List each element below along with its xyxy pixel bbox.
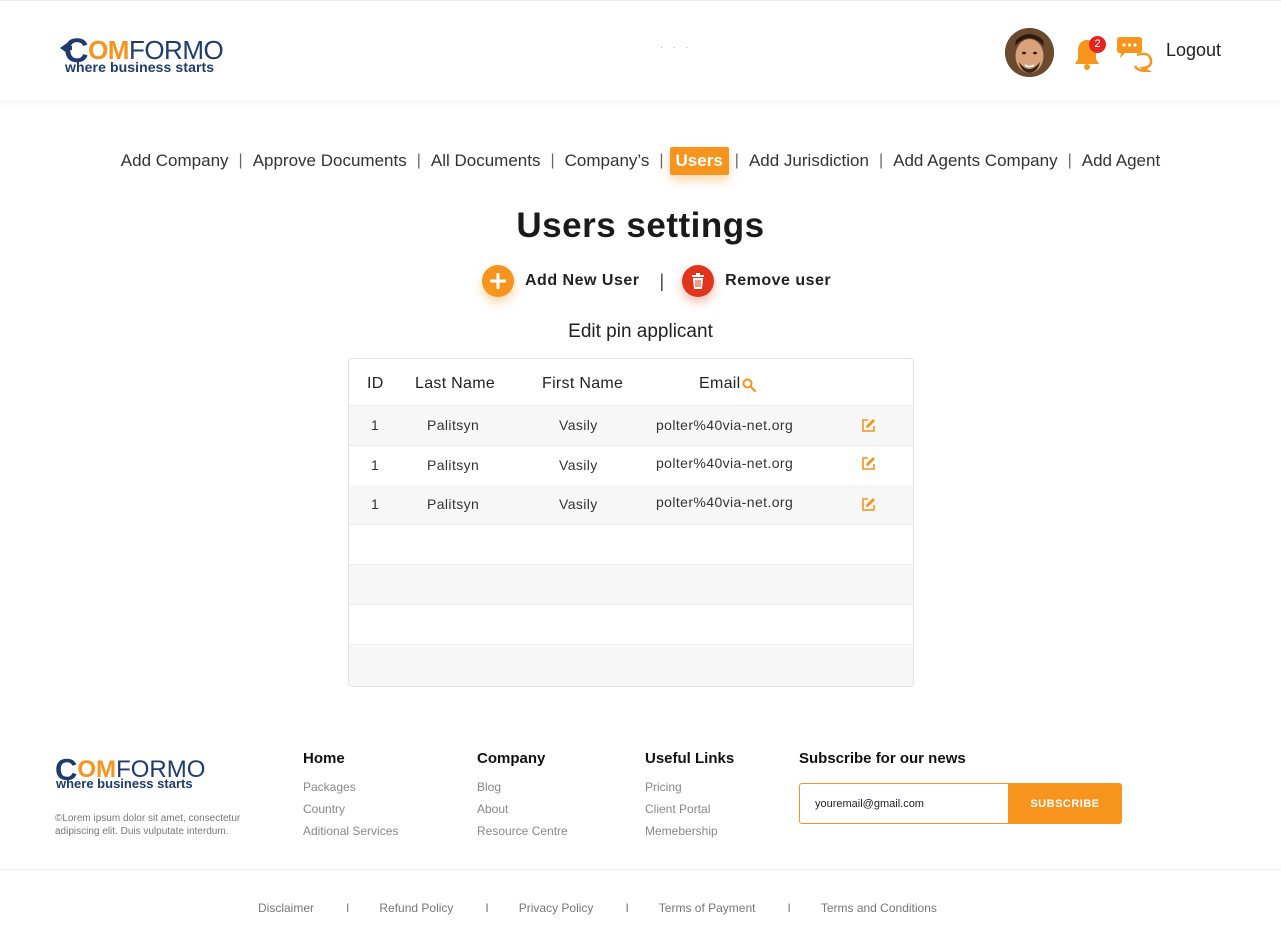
remove-user-label[interactable]: Remove user <box>725 272 831 290</box>
cell-last-name: Palitsyn <box>427 457 480 473</box>
users-table: ID Last Name First Name Email 1 Palitsyn… <box>348 358 914 687</box>
empty-table-row <box>349 605 913 645</box>
footer-logo-tagline: where business starts <box>56 776 193 791</box>
edit-icon[interactable] <box>861 418 876 433</box>
legal-links: Disclaimer I Refund Policy I Privacy Pol… <box>258 901 937 915</box>
nav-users[interactable]: Users <box>669 147 729 175</box>
add-user-button[interactable] <box>482 265 514 297</box>
footer-column-company: Company Blog About Resource Centre <box>477 750 568 846</box>
legal-separator: I <box>625 901 629 915</box>
avatar-photo-icon <box>1005 28 1054 77</box>
footer-link-blog[interactable]: Blog <box>477 780 568 794</box>
legal-link-terms-of-payment[interactable]: Terms of Payment <box>659 901 756 915</box>
cell-id: 1 <box>371 496 380 512</box>
edit-icon[interactable] <box>861 497 876 512</box>
nav-add-agent[interactable]: Add Agent <box>1078 151 1164 171</box>
nav-all-documents[interactable]: All Documents <box>427 151 545 171</box>
subscribe-button[interactable]: SUBSCRIBE <box>1008 783 1122 824</box>
legal-separator: I <box>346 901 350 915</box>
cell-email: polter%40via-net.org <box>656 417 794 433</box>
cell-first-name: Vasily <box>559 457 598 473</box>
admin-nav: Add Company | Approve Documents | All Do… <box>0 144 1281 178</box>
footer-link-membership[interactable]: Memebership <box>645 824 734 838</box>
header-dots: · · · <box>660 43 693 52</box>
footer-link-country[interactable]: Country <box>303 802 398 816</box>
notification-count-badge: 2 <box>1089 36 1106 53</box>
legal-link-refund-policy[interactable]: Refund Policy <box>379 901 453 915</box>
footer-link-about[interactable]: About <box>477 802 568 816</box>
table-row[interactable]: 1 Palitsyn Vasily polter%40via-net.org <box>349 446 913 486</box>
nav-separator: | <box>550 152 555 169</box>
cell-first-name: Vasily <box>559 496 598 512</box>
footer-heading: Company <box>477 750 546 767</box>
logo-tagline: where business starts <box>65 59 215 75</box>
user-avatar[interactable] <box>1005 28 1054 77</box>
cell-id: 1 <box>371 457 380 473</box>
nav-separator: | <box>238 152 243 169</box>
empty-table-row <box>349 525 913 565</box>
footer-link-additional-services[interactable]: Aditional Services <box>303 824 398 838</box>
column-header-email[interactable]: Email <box>699 375 741 393</box>
column-header-last-name[interactable]: Last Name <box>415 375 495 393</box>
page-title: Users settings <box>516 206 765 245</box>
nav-separator: | <box>416 152 421 169</box>
cell-last-name: Palitsyn <box>427 417 480 433</box>
legal-link-disclaimer[interactable]: Disclaimer <box>258 901 314 915</box>
legal-separator: I <box>485 901 489 915</box>
nav-separator: | <box>1067 152 1072 169</box>
footer-link-resource-centre[interactable]: Resource Centre <box>477 824 568 838</box>
empty-table-row <box>349 565 913 605</box>
footer-link-packages[interactable]: Packages <box>303 780 398 794</box>
nav-separator: | <box>878 152 884 169</box>
footer-column-useful-links: Useful Links Pricing Client Portal Memeb… <box>645 750 734 846</box>
footer-column-home: Home Packages Country Aditional Services <box>303 750 398 846</box>
cell-email: polter%40via-net.org <box>656 494 794 510</box>
footer-divider <box>0 869 1281 870</box>
nav-add-agents-company[interactable]: Add Agents Company <box>889 151 1061 171</box>
footer-link-client-portal[interactable]: Client Portal <box>645 802 734 816</box>
remove-user-button[interactable] <box>682 265 715 297</box>
cell-id: 1 <box>371 417 380 433</box>
search-icon[interactable] <box>742 378 756 392</box>
nav-approve-documents[interactable]: Approve Documents <box>249 151 411 171</box>
subscribe-heading: Subscribe for our news <box>799 750 966 767</box>
footer-heading: Useful Links <box>645 750 735 767</box>
nav-companys[interactable]: Company’s <box>561 151 654 171</box>
nav-add-company[interactable]: Add Company <box>117 151 233 171</box>
empty-table-row <box>349 646 913 686</box>
footer-copyright: ©Lorem ipsum dolor sit amet, consectetur… <box>55 813 241 837</box>
cell-last-name: Palitsyn <box>427 496 480 512</box>
add-user-label[interactable]: Add New User <box>525 272 639 290</box>
legal-link-terms-and-conditions[interactable]: Terms and Conditions <box>821 901 937 915</box>
plus-icon <box>490 273 506 289</box>
chat-messages-icon[interactable] <box>1115 36 1153 72</box>
legal-separator: I <box>787 901 791 915</box>
actions-separator: | <box>659 270 665 291</box>
nav-add-jurisdiction[interactable]: Add Jurisdiction <box>745 151 873 171</box>
footer-logo[interactable]: COMFORMO where business starts <box>55 749 215 793</box>
column-header-first-name[interactable]: First Name <box>542 375 623 393</box>
nav-separator: | <box>734 152 739 169</box>
cell-first-name: Vasily <box>559 417 598 433</box>
nav-separator: | <box>659 152 664 169</box>
logout-link[interactable]: Logout <box>1166 40 1221 61</box>
cell-email: polter%40via-net.org <box>656 455 794 471</box>
subscribe-email-input[interactable] <box>799 783 1009 824</box>
section-subtitle: Edit pin applicant <box>568 321 713 342</box>
edit-icon[interactable] <box>861 456 876 471</box>
table-row[interactable]: 1 Palitsyn Vasily polter%40via-net.org <box>349 406 913 446</box>
footer-heading: Home <box>303 750 345 767</box>
footer-link-pricing[interactable]: Pricing <box>645 780 734 794</box>
table-row[interactable]: 1 Palitsyn Vasily polter%40via-net.org <box>349 485 913 525</box>
trash-icon <box>692 273 705 289</box>
company-logo[interactable]: COMFORMO where business starts <box>60 29 224 77</box>
column-header-id[interactable]: ID <box>367 375 384 393</box>
user-actions: Add New User | Remove user <box>482 264 831 298</box>
legal-link-privacy-policy[interactable]: Privacy Policy <box>519 901 594 915</box>
top-header: COMFORMO where business starts · · · 2 L… <box>0 0 1281 100</box>
table-header: ID Last Name First Name Email <box>349 359 913 406</box>
